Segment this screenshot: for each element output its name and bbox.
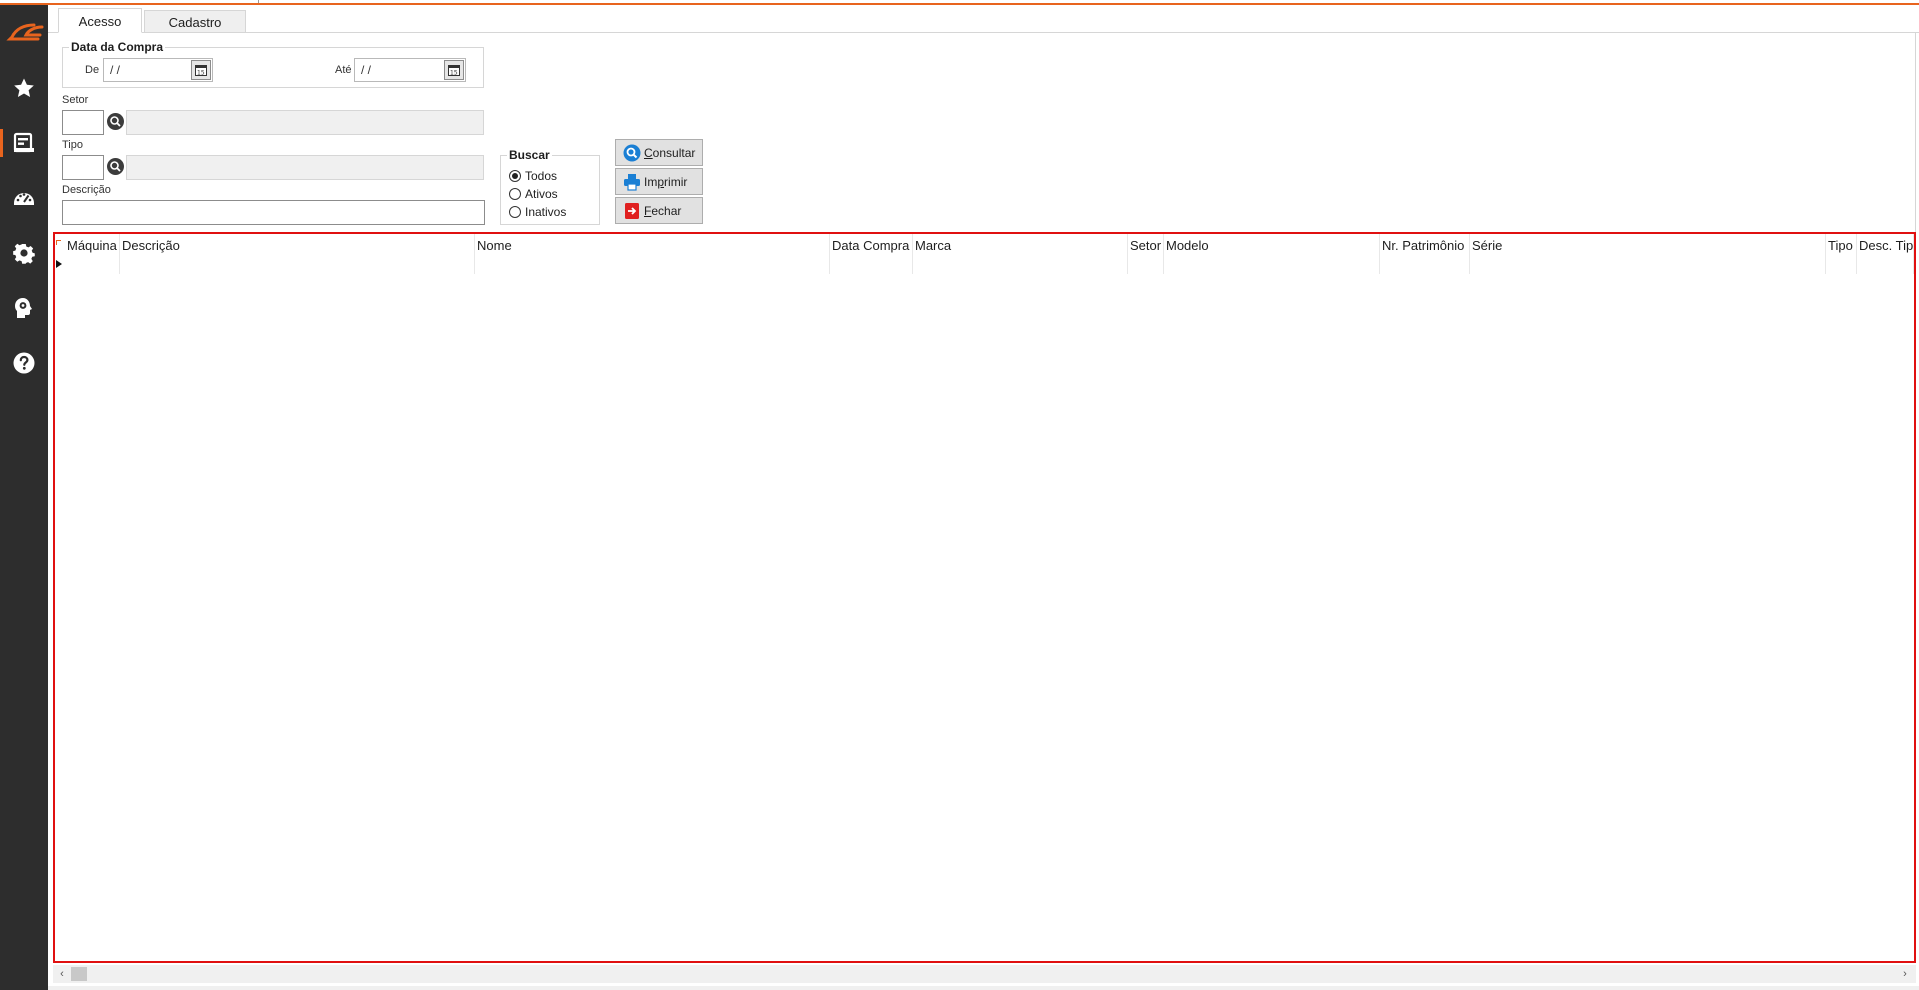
fechar-button[interactable]: Fechar [615,197,703,224]
column-header-nr-patrimonio[interactable]: Nr. Patrimônio [1380,234,1470,274]
panel-edge [1915,33,1916,233]
descricao-label: Descrição [62,184,111,196]
data-compra-group: Data da Compra De / / 15 Até / / 15 [62,40,484,88]
scroll-left-arrow[interactable]: ‹ [56,968,68,980]
radio-ativos-label: Ativos [525,187,558,201]
radio-todos-indicator[interactable] [509,170,521,182]
search-icon [110,161,121,172]
svg-text:15: 15 [450,70,458,77]
search-icon [110,116,121,127]
radio-inativos-label: Inativos [525,205,567,219]
printer-icon [624,173,640,191]
scroll-thumb[interactable] [71,967,87,981]
ate-label: Até [335,64,352,76]
svg-text:15: 15 [197,70,205,77]
column-header-descricao[interactable]: Descrição [120,234,475,274]
data-compra-title: Data da Compra [69,40,166,54]
tipo-search-button[interactable] [107,158,124,175]
setor-code-input[interactable] [62,110,104,135]
column-header-maquina[interactable]: Máquina [65,234,120,274]
dashboard-gauge-icon [14,193,34,205]
column-header-data-compra[interactable]: Data Compra [830,234,913,274]
current-row-indicator [56,260,62,268]
buscar-title: Buscar [507,148,552,162]
radio-inativos-indicator[interactable] [509,206,521,218]
radio-ativos-indicator[interactable] [509,188,521,200]
tipo-description-field [126,155,484,180]
radio-todos-label: Todos [525,169,558,183]
column-header-modelo[interactable]: Modelo [1164,234,1380,274]
setor-label: Setor [62,94,89,106]
gear-icon [13,243,35,264]
imprimir-label-b: rimir [664,174,688,189]
tab-bar: Acesso Cadastro [48,8,1919,33]
calendar-icon: 15 [448,65,460,77]
tab-cadastro[interactable]: Cadastro [144,10,246,33]
sidebar-item-intelligence[interactable] [0,286,48,330]
column-header-setor[interactable]: Setor [1128,234,1164,274]
ce-logo[interactable] [4,19,46,47]
grid-horizontal-scrollbar[interactable]: ‹ › [53,965,1916,983]
document-icon [13,132,34,153]
radio-ativos[interactable]: Ativos [509,185,558,203]
tab-acesso[interactable]: Acesso [58,8,142,33]
grid-header: Máquina Descrição Nome Data Compra Marca… [55,234,1914,274]
consultar-accesskey: C [644,145,653,160]
star-icon [14,78,34,97]
results-grid[interactable]: Máquina Descrição Nome Data Compra Marca… [53,232,1916,963]
setor-description-field [126,110,484,135]
sidebar-item-registers[interactable] [0,121,48,165]
column-header-nome[interactable]: Nome [475,234,830,274]
head-gear-icon [15,298,32,318]
column-header-marca[interactable]: Marca [913,234,1128,274]
status-strip [48,986,1919,990]
sidebar-item-dashboard[interactable] [0,176,48,220]
column-header-tipo[interactable]: Tipo [1826,234,1857,274]
column-header-desc-tipo[interactable]: Desc. Tipo [1857,234,1914,274]
date-to-calendar-button[interactable]: 15 [444,60,464,80]
descricao-input[interactable] [62,200,485,225]
calendar-icon: 15 [195,65,207,77]
scroll-right-arrow[interactable]: › [1899,968,1911,980]
setor-search-button[interactable] [107,113,124,130]
buscar-group: Buscar Todos Ativos Inativos [500,148,600,225]
window-top-border [0,0,1919,5]
exit-icon [625,202,639,219]
search-icon [623,144,641,161]
consultar-label: onsultar [652,145,696,160]
tipo-label: Tipo [62,139,83,151]
fechar-label: echar [651,203,682,218]
column-header-serie[interactable]: Série [1470,234,1826,274]
help-icon [13,352,35,374]
radio-todos[interactable]: Todos [509,167,557,185]
sidebar-item-help[interactable] [0,341,48,385]
imprimir-button[interactable]: Imprimir [615,168,703,195]
radio-inativos[interactable]: Inativos [509,203,566,221]
date-from-calendar-button[interactable]: 15 [191,60,211,80]
sidebar-item-settings[interactable] [0,231,48,275]
tipo-code-input[interactable] [62,155,104,180]
consultar-button[interactable]: Consultar [615,139,703,166]
de-label: De [85,64,100,76]
sidebar [0,5,48,990]
imprimir-label-a: Im [644,174,658,189]
sidebar-item-favorites[interactable] [0,66,48,110]
